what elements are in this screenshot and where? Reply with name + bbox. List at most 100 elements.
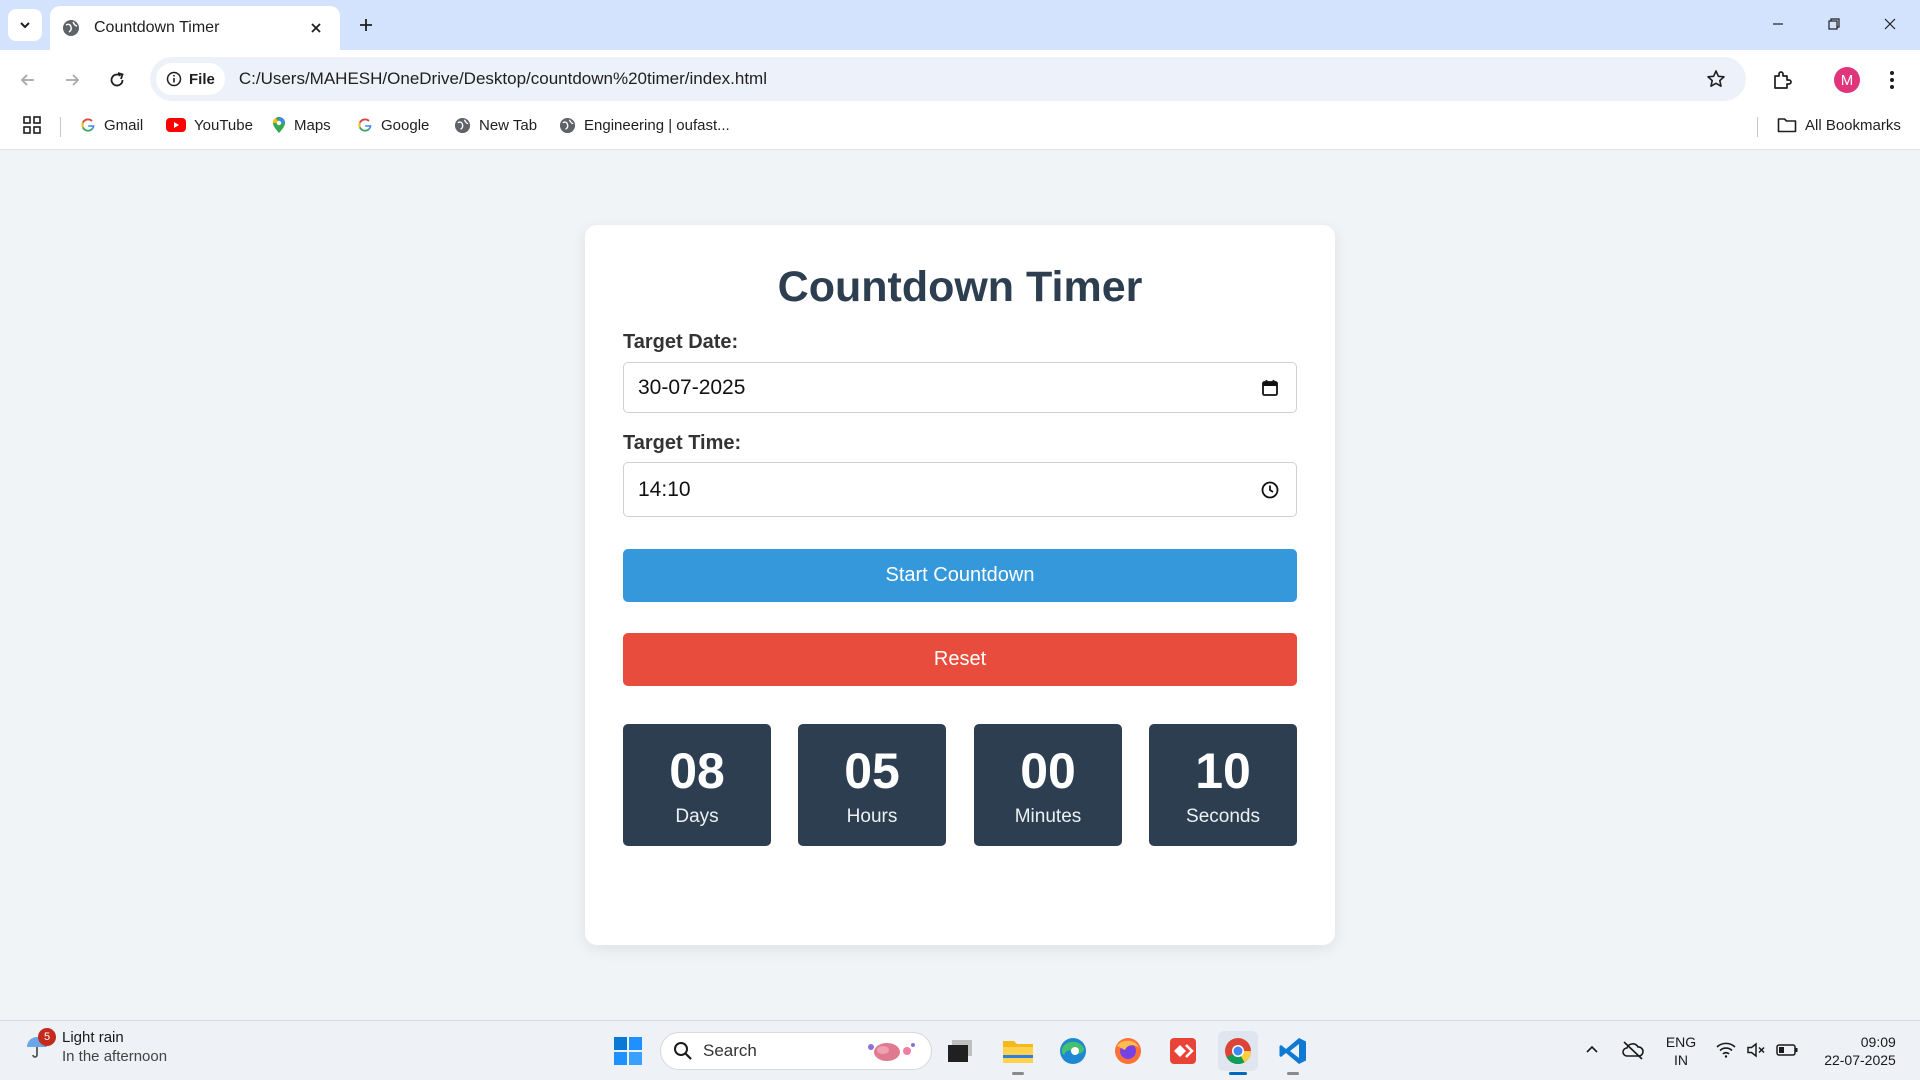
- reload-button[interactable]: [101, 64, 133, 96]
- bookmark-google[interactable]: Google: [357, 108, 429, 142]
- folder-icon: [1777, 118, 1797, 133]
- bookmark-youtube[interactable]: YouTube: [166, 108, 253, 142]
- file-explorer-button[interactable]: [998, 1031, 1038, 1075]
- folder-icon: [1003, 1041, 1033, 1063]
- start-button[interactable]: [608, 1031, 648, 1071]
- calendar-icon[interactable]: [1258, 376, 1282, 400]
- globe-icon: [559, 117, 576, 133]
- speaker-muted-icon: [1747, 1042, 1765, 1058]
- minutes-label: Minutes: [1014, 806, 1082, 827]
- vscode-button[interactable]: [1273, 1031, 1313, 1075]
- profile-button[interactable]: M: [1831, 64, 1863, 96]
- taskbar: 5 Light rain In the afternoon Search ENG…: [0, 1020, 1920, 1080]
- umbrella-icon: 5: [22, 1028, 56, 1062]
- weather-badge: 5: [38, 1028, 56, 1046]
- extensions-button[interactable]: [1766, 64, 1798, 96]
- target-time-label: Target Time:: [623, 432, 742, 454]
- minimize-icon: [1773, 23, 1783, 25]
- plus-icon: [360, 19, 372, 31]
- bookmark-label: Maps: [294, 116, 331, 134]
- clock-time: 09:09: [1860, 1034, 1896, 1050]
- close-tab-icon[interactable]: [304, 16, 328, 40]
- bookmark-new-tab[interactable]: New Tab: [454, 108, 537, 142]
- bookmarks-bar: Gmail YouTube Maps Google New Tab Engine…: [0, 108, 1920, 150]
- reset-button[interactable]: Reset: [623, 633, 1297, 686]
- search-highlight-icon: [868, 1043, 915, 1061]
- restore-icon: [1828, 18, 1840, 30]
- close-window-button[interactable]: [1870, 8, 1910, 40]
- vscode-icon: [1279, 1038, 1306, 1064]
- search-icon: [674, 1042, 692, 1060]
- edge-button[interactable]: [1053, 1031, 1093, 1071]
- restore-button[interactable]: [1814, 8, 1854, 40]
- avatar: M: [1834, 67, 1860, 93]
- target-date-label: Target Date:: [623, 331, 739, 353]
- tab-search-button[interactable]: [8, 9, 42, 41]
- task-view-icon: [948, 1040, 972, 1062]
- all-bookmarks-button[interactable]: All Bookmarks: [1777, 108, 1901, 142]
- star-icon: [1707, 70, 1725, 87]
- region-code: IN: [1674, 1052, 1688, 1068]
- clock-icon[interactable]: [1258, 478, 1282, 502]
- arrow-right-icon: [66, 74, 80, 86]
- weather-widget[interactable]: 5 Light rain In the afternoon: [22, 1028, 167, 1065]
- url-text[interactable]: C:/Users/MAHESH/OneDrive/Desktop/countdo…: [239, 69, 1700, 89]
- globe-icon: [62, 19, 80, 37]
- google-icon: [358, 118, 372, 132]
- site-info-chip[interactable]: File: [156, 63, 225, 95]
- target-time-input[interactable]: 14:10: [623, 462, 1297, 517]
- bookmark-maps[interactable]: Maps: [272, 108, 331, 142]
- running-indicator: [1287, 1072, 1299, 1075]
- address-bar[interactable]: File C:/Users/MAHESH/OneDrive/Desktop/co…: [150, 57, 1746, 101]
- globe-icon: [454, 117, 471, 133]
- hours-box: 05 Hours: [798, 724, 946, 846]
- tab-countdown-timer[interactable]: Countdown Timer: [50, 6, 340, 50]
- firefox-button[interactable]: [1108, 1031, 1148, 1071]
- onedrive-button[interactable]: [1618, 1031, 1648, 1069]
- site-chip-label: File: [189, 70, 215, 88]
- countdown-card: Countdown Timer Target Date: 30-07-2025 …: [585, 225, 1335, 945]
- arrow-left-icon: [20, 74, 34, 86]
- days-label: Days: [675, 806, 719, 827]
- target-time-value: 14:10: [638, 477, 691, 501]
- quick-settings-button[interactable]: [1712, 1031, 1802, 1069]
- start-countdown-button[interactable]: Start Countdown: [623, 549, 1297, 602]
- bookmark-gmail[interactable]: Gmail: [80, 108, 143, 142]
- bookmark-label: YouTube: [194, 116, 253, 134]
- firefox-icon: [1115, 1038, 1141, 1064]
- wifi-icon: [1716, 1042, 1736, 1058]
- running-indicator: [1012, 1072, 1024, 1075]
- bookmark-label: New Tab: [479, 116, 538, 134]
- taskbar-search[interactable]: Search: [660, 1032, 932, 1070]
- chrome-button[interactable]: [1218, 1031, 1258, 1075]
- active-indicator: [1229, 1072, 1247, 1075]
- bookmarks-divider: [60, 117, 61, 137]
- back-button[interactable]: [12, 64, 44, 96]
- new-tab-button[interactable]: [352, 11, 380, 39]
- bookmark-engineering[interactable]: Engineering | oufast...: [559, 108, 730, 142]
- clock-date: 22-07-2025: [1824, 1052, 1896, 1068]
- browser-tabstrip: Countdown Timer: [0, 0, 1920, 50]
- menu-button[interactable]: [1876, 64, 1908, 96]
- apps-grid-icon: [23, 116, 41, 134]
- maps-icon: [273, 117, 285, 133]
- minutes-box: 00 Minutes: [974, 724, 1122, 846]
- reload-icon: [110, 72, 124, 87]
- days-box: 08 Days: [623, 724, 771, 846]
- cloud-offline-icon: [1622, 1041, 1644, 1060]
- taskbar-search-placeholder: Search: [703, 1041, 757, 1060]
- close-icon: [1884, 18, 1896, 30]
- hours-value: 05: [844, 743, 900, 799]
- apps-button[interactable]: [22, 108, 42, 142]
- target-date-input[interactable]: 30-07-2025: [623, 362, 1297, 413]
- bookmark-star-button[interactable]: [1700, 63, 1732, 95]
- anydesk-button[interactable]: [1163, 1031, 1203, 1071]
- forward-button[interactable]: [56, 64, 88, 96]
- clock-button[interactable]: 09:09 22-07-2025: [1810, 1031, 1910, 1071]
- minimize-button[interactable]: [1758, 8, 1798, 40]
- task-view-button[interactable]: [940, 1031, 980, 1071]
- language-indicator[interactable]: ENG IN: [1660, 1031, 1702, 1071]
- show-hidden-icons-button[interactable]: [1580, 1031, 1604, 1069]
- youtube-icon: [166, 118, 186, 132]
- bookmark-label: Gmail: [104, 116, 144, 134]
